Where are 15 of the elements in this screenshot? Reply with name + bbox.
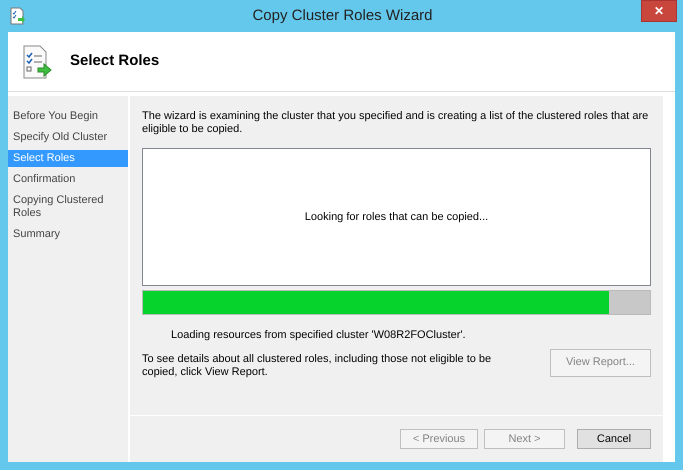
description-text: The wizard is examining the cluster that you specified and is creating a list of the clustered roles that are eligible to be copied. <box>142 110 650 136</box>
loading-message: Looking for roles that can be copied... <box>304 210 488 224</box>
cancel-button[interactable]: Cancel <box>577 429 651 449</box>
wizard-step[interactable]: Confirmation <box>8 171 128 188</box>
report-hint: To see details about all clustered roles, including those not eligible to be copied, click View Report. <box>142 352 492 379</box>
wizard-step[interactable]: Summary <box>8 226 128 243</box>
wizard-step[interactable]: Copying Clustered Roles <box>8 192 128 222</box>
wizard-step[interactable]: Specify Old Cluster <box>8 129 128 146</box>
close-button[interactable]: ✕ <box>641 0 677 22</box>
wizard-step[interactable]: Before You Begin <box>8 108 128 125</box>
status-text: Loading resources from specified cluster 'W08R2FOCluster'. <box>171 329 467 343</box>
page-heading: Select Roles <box>70 51 160 72</box>
wizard-icon <box>10 7 26 25</box>
window-title: Copy Cluster Roles Wizard <box>252 6 433 26</box>
wizard-icon <box>22 44 52 78</box>
